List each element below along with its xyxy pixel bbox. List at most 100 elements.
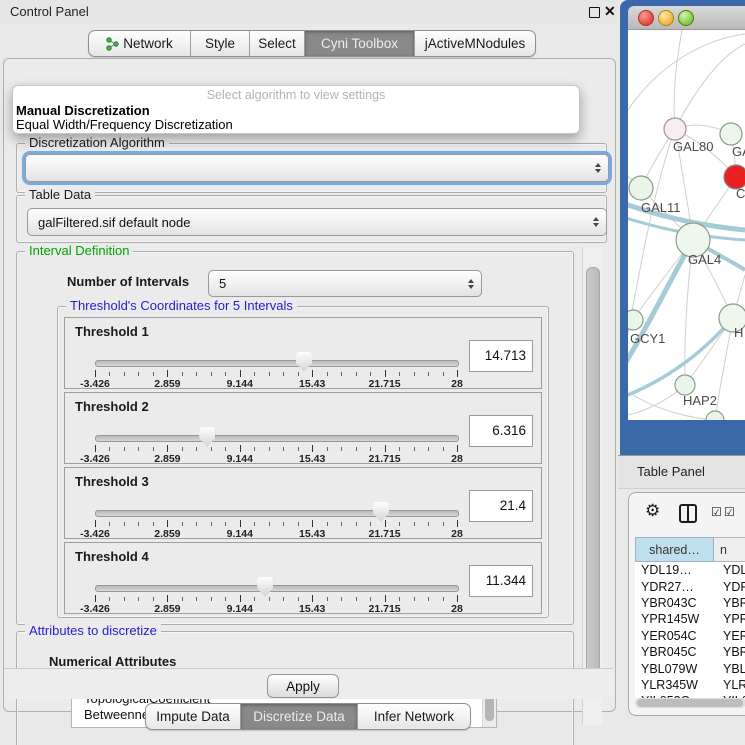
tab-style[interactable]: Style xyxy=(190,31,249,56)
slider-tick xyxy=(182,372,183,376)
float-window-icon[interactable] xyxy=(589,7,600,18)
cell-name[interactable]: YER0 xyxy=(714,629,745,643)
checkbox-icon[interactable]: ☑ xyxy=(724,505,735,519)
network-canvas[interactable]: GAL80GACGAL11GAL4GCY1HHAP2 xyxy=(628,30,745,420)
threshold-2-value-field[interactable]: 6.316 xyxy=(469,415,533,447)
column-header-shared-name[interactable]: shared… xyxy=(635,537,714,562)
table-row[interactable]: YDL19…YDL1 xyxy=(635,562,745,578)
slider-tick xyxy=(225,597,226,601)
panel-scrollbar-thumb[interactable] xyxy=(586,267,600,694)
gear-icon[interactable]: ⚙ xyxy=(645,501,660,521)
threshold-1-slider[interactable]: -3.4262.8599.14415.4321.71528 xyxy=(95,358,457,388)
slider-tick-label: 2.859 xyxy=(154,378,180,390)
table-row[interactable]: YBR045CYBR0 xyxy=(635,644,745,660)
cell-shared-name[interactable]: YBR043C xyxy=(635,596,714,610)
network-node[interactable] xyxy=(675,375,695,395)
slider-tick xyxy=(225,522,226,526)
cell-name[interactable]: YPR1 xyxy=(714,612,745,626)
slider-track[interactable] xyxy=(95,360,459,367)
table-row[interactable]: YER054CYER0 xyxy=(635,628,745,644)
slider-tick-labels: -3.4262.8599.14415.4321.71528 xyxy=(95,528,457,538)
panel-scrollbar-track[interactable] xyxy=(582,247,602,725)
threshold-4-value-field[interactable]: 11.344 xyxy=(469,565,533,597)
popup-prompt-item[interactable]: Select algorithm to view settings xyxy=(13,88,579,102)
cell-shared-name[interactable]: YER054C xyxy=(635,629,714,643)
popup-item-equal-width-frequency[interactable]: Equal Width/Frequency Discretization xyxy=(16,117,233,132)
tab-select[interactable]: Select xyxy=(249,31,304,56)
slider-track[interactable] xyxy=(95,435,459,442)
cell-shared-name[interactable]: YPR145W xyxy=(635,612,714,626)
tab-impute-data[interactable]: Impute Data xyxy=(146,704,240,729)
table-row[interactable]: YLR345WYLR3 xyxy=(635,677,745,693)
cell-shared-name[interactable]: YLR345W xyxy=(635,678,714,692)
cell-shared-name[interactable]: YBL079W xyxy=(635,662,714,676)
network-edge[interactable] xyxy=(628,34,745,110)
threshold-3-value-field[interactable]: 21.4 xyxy=(469,490,533,522)
table-row[interactable]: YBR043CYBR0 xyxy=(635,595,745,611)
slider-tick-label: 28 xyxy=(451,453,463,465)
slider-thumb[interactable] xyxy=(373,502,389,522)
network-node[interactable] xyxy=(720,123,742,145)
checkbox-icon[interactable]: ☑ xyxy=(711,505,722,519)
network-edge[interactable] xyxy=(674,30,682,129)
slider-thumb[interactable] xyxy=(199,427,215,447)
minimize-traffic-light-icon[interactable] xyxy=(658,10,674,26)
table-row[interactable]: YPR145WYPR1 xyxy=(635,611,745,627)
zoom-traffic-light-icon[interactable] xyxy=(678,10,694,26)
number-of-intervals-combo[interactable]: 5 xyxy=(208,270,482,297)
threshold-3-slider[interactable]: -3.4262.8599.14415.4321.71528 xyxy=(95,508,457,538)
table-data-combo[interactable]: galFiltered.sif default node xyxy=(27,208,607,236)
slider-track[interactable] xyxy=(95,585,459,592)
cell-name[interactable]: YBL0 xyxy=(714,662,745,676)
combo-arrows-icon xyxy=(468,279,474,289)
slider-tick xyxy=(283,597,284,601)
popup-item-manual-discretization[interactable]: Manual Discretization xyxy=(16,103,150,118)
tab-discretize-data[interactable]: Discretize Data xyxy=(240,704,357,729)
cell-shared-name[interactable]: YDR27… xyxy=(635,580,714,594)
cell-shared-name[interactable]: YDL19… xyxy=(635,563,714,577)
cell-name[interactable]: YDL1 xyxy=(714,563,745,577)
close-traffic-light-icon[interactable] xyxy=(638,10,654,26)
cell-name[interactable]: YBR0 xyxy=(714,645,745,659)
slider-tick xyxy=(211,522,212,526)
apply-button[interactable]: Apply xyxy=(267,674,339,698)
close-icon[interactable]: ✕ xyxy=(604,3,616,20)
cell-name[interactable]: YDR2 xyxy=(714,580,745,594)
network-edge-highlighted[interactable] xyxy=(628,240,693,372)
slider-tick xyxy=(399,447,400,451)
slider-tick xyxy=(153,447,154,451)
network-node[interactable] xyxy=(664,118,686,140)
network-node[interactable] xyxy=(628,310,643,330)
column-header-name[interactable]: n xyxy=(714,537,745,562)
cell-name[interactable]: YBR0 xyxy=(714,596,745,610)
slider-thumb[interactable] xyxy=(296,352,312,372)
network-edge[interactable] xyxy=(675,44,745,129)
cell-shared-name[interactable]: YBR045C xyxy=(635,645,714,659)
threshold-3-panel: Threshold 3 -3.4262.8599.14415.4321.7152… xyxy=(64,467,542,539)
algorithm-combo[interactable] xyxy=(25,154,609,182)
table-hscrollbar-track[interactable] xyxy=(635,698,745,708)
tab-infer-network[interactable]: Infer Network xyxy=(357,704,470,729)
table-row[interactable]: YBL079WYBL0 xyxy=(635,660,745,676)
slider-tick xyxy=(124,372,125,376)
slider-thumb[interactable] xyxy=(257,577,273,597)
tab-network[interactable]: Network xyxy=(89,31,190,56)
table-hscrollbar-thumb[interactable] xyxy=(637,699,743,707)
threshold-1-value-field[interactable]: 14.713 xyxy=(469,340,533,372)
slider-tick xyxy=(138,522,139,526)
slider-track[interactable] xyxy=(95,510,459,517)
network-node[interactable] xyxy=(706,411,724,420)
table-row[interactable]: YDR27…YDR2 xyxy=(635,578,745,594)
slider-tick xyxy=(312,445,313,452)
algorithm-dropdown-popup: Select algorithm to view settings Manual… xyxy=(12,85,580,134)
threshold-2-slider[interactable]: -3.4262.8599.14415.4321.71528 xyxy=(95,433,457,463)
table-body[interactable]: YDL19…YDL1YDR27…YDR2YBR043CYBR0YPR145WYP… xyxy=(635,562,745,698)
network-node[interactable] xyxy=(629,176,653,200)
split-columns-icon[interactable] xyxy=(679,504,697,523)
tab-jactivemnodules[interactable]: jActiveMNodules xyxy=(414,31,535,56)
threshold-4-slider[interactable]: -3.4262.8599.14415.4321.71528 xyxy=(95,583,457,613)
cell-name[interactable]: YLR3 xyxy=(714,678,745,692)
network-icon xyxy=(106,37,119,51)
tab-cyni-toolbox[interactable]: Cyni Toolbox xyxy=(304,31,414,56)
slider-tick xyxy=(138,372,139,376)
